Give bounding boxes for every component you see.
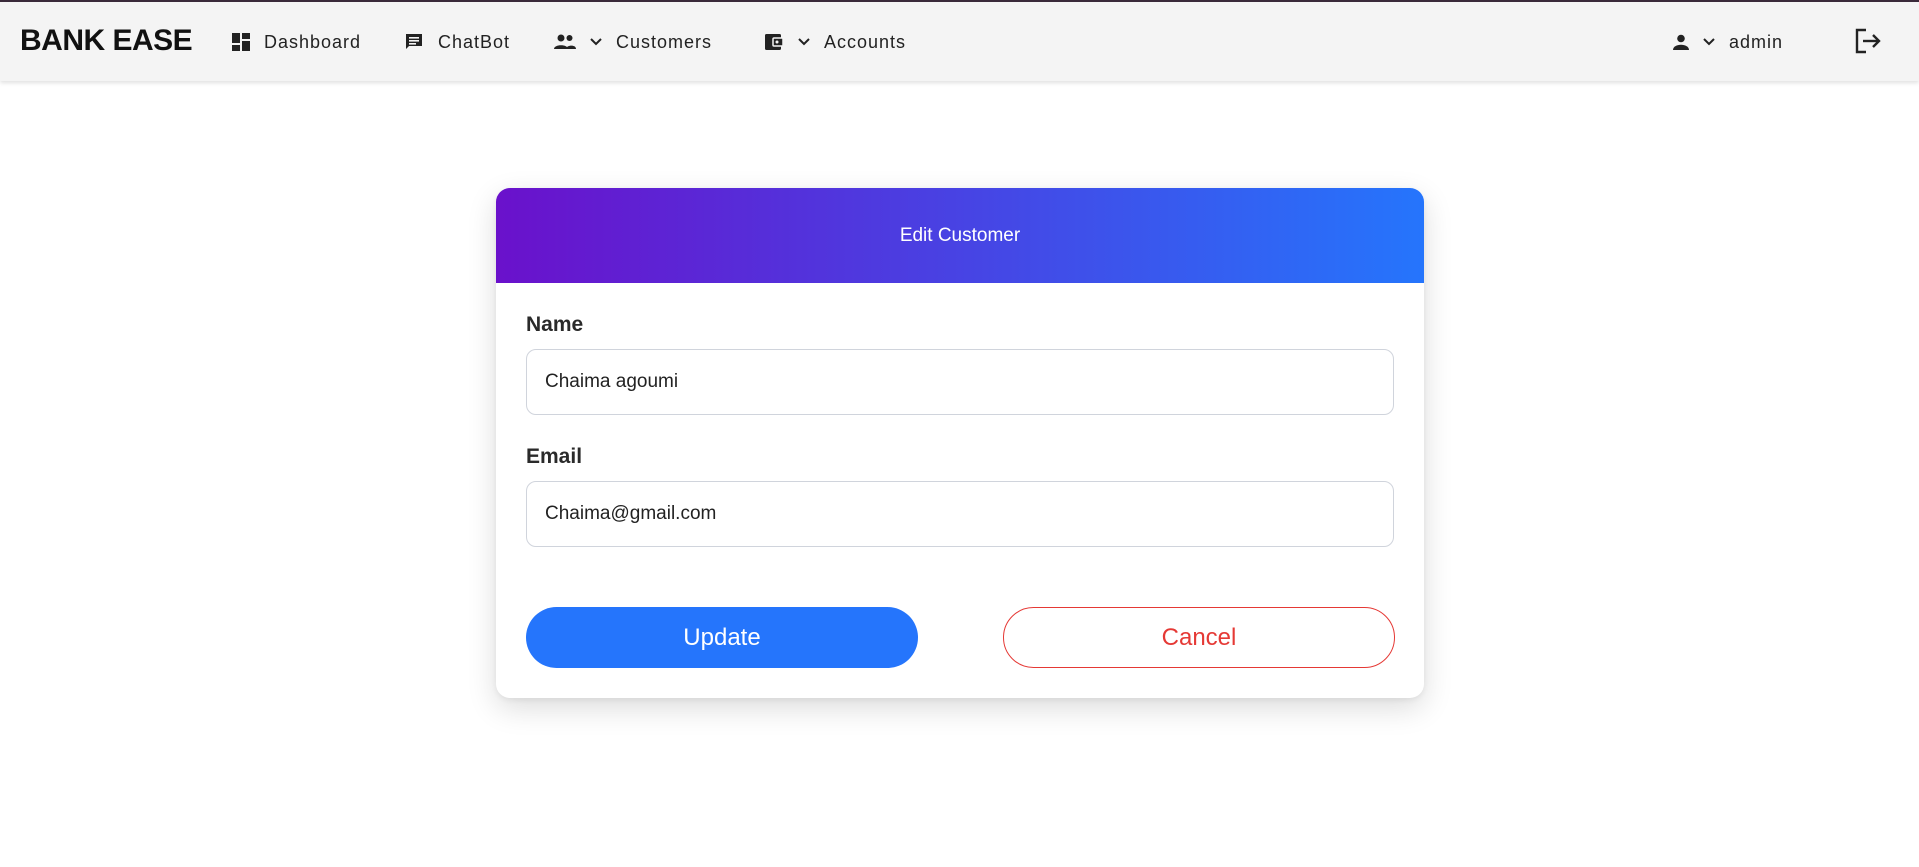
nav-chatbot[interactable]: ChatBot: [404, 28, 510, 56]
cancel-button[interactable]: Cancel: [1003, 607, 1395, 668]
nav-chatbot-label: ChatBot: [438, 31, 511, 52]
update-button[interactable]: Update: [526, 607, 918, 668]
chevron-down-icon: [1703, 38, 1715, 46]
name-label: Name: [526, 313, 584, 336]
nav-dashboard-label: Dashboard: [264, 31, 362, 52]
people-icon: [554, 34, 576, 50]
nav-user-label: admin: [1729, 31, 1784, 52]
nav-dashboard[interactable]: Dashboard: [232, 28, 361, 56]
person-icon: [1673, 34, 1689, 50]
nav-customers[interactable]: Customers: [554, 28, 712, 56]
logout-button[interactable]: [1854, 28, 1882, 59]
nav-accounts-label: Accounts: [824, 31, 907, 52]
email-label: Email: [526, 445, 583, 468]
chevron-down-icon: [798, 38, 810, 46]
card-header: Edit Customer: [496, 188, 1424, 283]
chevron-down-icon: [590, 38, 602, 46]
form-title: Edit Customer: [899, 224, 1021, 246]
email-input[interactable]: [526, 481, 1394, 547]
nav-customers-label: Customers: [616, 31, 713, 52]
chat-icon: [404, 32, 424, 52]
wallet-icon: [764, 33, 784, 51]
edit-customer-card: Edit Customer Name Email Update Cancel: [496, 188, 1424, 698]
name-input[interactable]: [526, 349, 1394, 415]
top-navbar: BANK EASE Dashboard ChatBot Customers Ac…: [0, 0, 1919, 81]
nav-user-menu[interactable]: admin: [1673, 28, 1783, 56]
nav-accounts[interactable]: Accounts: [764, 28, 906, 56]
logout-icon: [1854, 28, 1882, 58]
dashboard-icon: [232, 33, 250, 51]
brand-logo[interactable]: BANK EASE: [20, 24, 193, 58]
